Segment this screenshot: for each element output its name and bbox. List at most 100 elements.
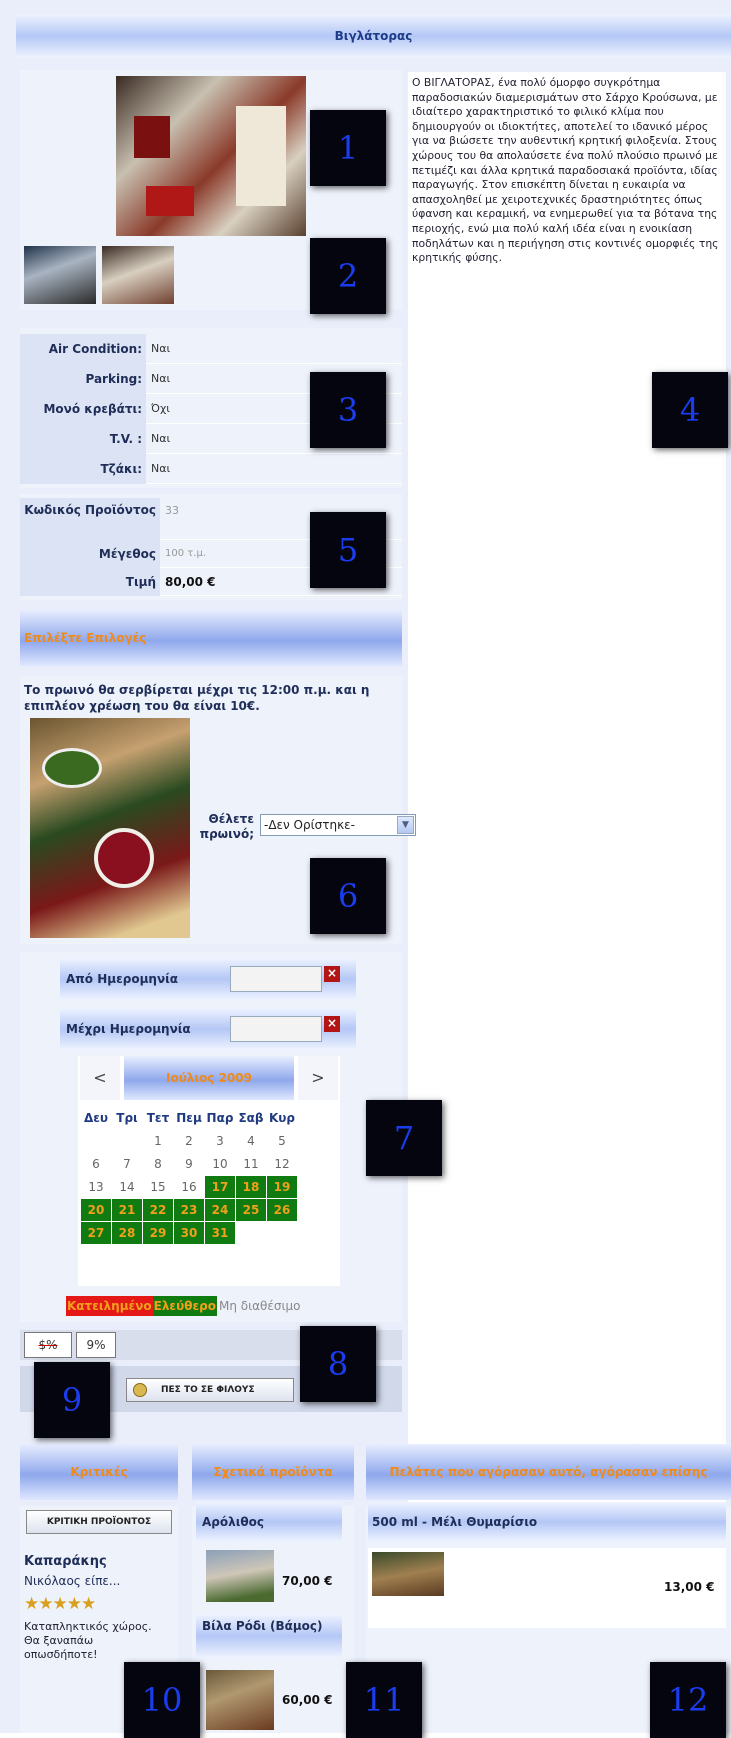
product-size-label: Μέγεθος [20,539,160,568]
also-bought-item-name[interactable]: 500 ml - Μέλι Θυμαρίσιο [372,1515,537,1529]
calendar-day-free[interactable]: 31 [205,1222,235,1244]
calendar-day-free[interactable]: 29 [143,1222,173,1244]
related-item-image[interactable] [206,1550,274,1602]
calendar-day: 9 [185,1157,193,1171]
calendar-day-free[interactable]: 22 [143,1199,173,1221]
clear-to-date-icon[interactable]: × [324,1016,340,1032]
chevron-down-icon[interactable]: ▼ [397,816,414,834]
star-icon: ★ [81,1594,96,1614]
breakfast-select-value: -Δεν Ορίστηκε- [264,818,355,832]
related-item-name[interactable]: Αρόλιθος [202,1515,264,1529]
calendar-legend: Κατειλημένο Ελεύθερο Μη διαθέσιμο [66,1296,301,1316]
feature-label: Air Condition: [20,333,146,364]
calendar-day: 8 [154,1157,162,1171]
extras-title: Επιλέξτε Επιλογές [24,631,147,645]
calendar-next-button[interactable]: > [298,1056,338,1100]
also-bought-title: Πελάτες που αγόρασαν αυτό, αγόρασαν επίσ… [389,1465,708,1479]
calendar-empty [112,1130,142,1152]
calendar-day-free[interactable]: 28 [112,1222,142,1244]
thumbnail-image[interactable] [102,246,174,304]
to-date-label: Μέχρι Ημερομηνία [66,1022,191,1036]
calendar-day-free[interactable]: 30 [174,1222,204,1244]
weekday-label: Κυρ [269,1111,295,1125]
clear-from-date-icon[interactable]: × [324,966,340,982]
weekday-label: Τρι [116,1111,138,1125]
calendar-empty [236,1222,266,1244]
related-item-header: Βίλα Ρόδι (Βάμος) [196,1614,342,1658]
star-icon: ★ [66,1594,82,1614]
calendar-day: 15 [150,1180,166,1194]
calendar-day-free[interactable]: 17 [205,1176,235,1198]
weekday-label: Σαβ [238,1111,264,1125]
calendar-day-free[interactable]: 24 [205,1199,235,1221]
calendar-day: 3 [216,1134,224,1148]
calendar-month-label: Ιούλιος 2009 [165,1071,252,1085]
feature-label: T.V. : [20,423,146,454]
weekday-label: Τετ [146,1111,170,1125]
calendar-day-free[interactable]: 19 [267,1176,297,1198]
calendar-day: 10 [212,1157,228,1171]
page-header: Βιγλάτορας [16,14,731,58]
related-item-price: 70,00 € [282,1574,333,1588]
calendar-day: 14 [119,1180,135,1194]
feature-value: Ναι [151,462,171,475]
calendar-day: 11 [243,1157,259,1171]
annotation-badge-9: 9 [34,1362,110,1438]
feature-label: Τζάκι: [20,453,146,484]
product-description: Ο ΒΙΓΛΑΤΟΡΑΣ, ένα πολύ όμορφο συγκρότημα… [412,76,719,265]
legend-booked: Κατειλημένο [66,1296,153,1316]
coin-icon [133,1383,147,1397]
related-item-name[interactable]: Βίλα Ρόδι (Βάμος) [202,1619,323,1633]
calendar-day: 6 [92,1157,100,1171]
feature-value: Ναι [151,342,171,355]
calendar-day-free[interactable]: 25 [236,1199,266,1221]
calendar-month: Ιούλιος 2009 [124,1056,294,1100]
calendar-day-free[interactable]: 18 [236,1176,266,1198]
calendar-empty [267,1222,297,1244]
legend-not-available: Μη διαθέσιμο [218,1299,301,1313]
related-title: Σχετικά προϊόντα [213,1465,333,1479]
also-bought-item-price: 13,00 € [664,1580,715,1594]
related-item-image[interactable] [206,1670,274,1730]
breakfast-select[interactable]: -Δεν Ορίστηκε- ▼ [260,814,416,836]
price-compare-icon[interactable]: 9% [76,1332,116,1358]
calendar-day: 7 [123,1157,131,1171]
write-review-button[interactable]: ΚΡΙΤΙΚΗ ΠΡΟΪΟΝΤΟΣ [26,1510,172,1534]
page-title: Βιγλάτορας [334,29,413,43]
reviews-header: Κριτικές [20,1444,178,1500]
calendar-prev-button[interactable]: < [80,1056,120,1100]
price-off-icon[interactable]: $% [24,1332,72,1358]
annotation-badge-6: 6 [310,858,386,934]
feature-value: Όχι [151,402,171,415]
weekday-label: Παρ [206,1111,234,1125]
from-date-input[interactable] [230,966,322,992]
star-icon: ★ [38,1594,53,1614]
calendar-day: 12 [274,1157,290,1171]
feature-label: Parking: [20,363,146,394]
to-date-input[interactable] [230,1016,322,1042]
annotation-badge-5: 5 [310,512,386,588]
product-price-label: Τιμή [20,567,160,596]
calendar-day-free[interactable]: 20 [81,1199,111,1221]
calendar-day: 2 [185,1134,193,1148]
calendar-day-free[interactable]: 23 [174,1199,204,1221]
calendar-day-free[interactable]: 21 [112,1199,142,1221]
breakfast-note: Το πρωινό θα σερβίρεται μέχρι τις 12:00 … [24,683,370,713]
tell-friends-button[interactable]: ΠΕΣ ΤΟ ΣΕ ΦΙΛΟΥΣ [126,1378,294,1402]
also-bought-item-image[interactable] [372,1552,444,1596]
calendar-day-free[interactable]: 27 [81,1222,111,1244]
main-product-image[interactable] [116,76,306,236]
annotation-badge-2: 2 [310,238,386,314]
feature-value: Ναι [151,432,171,445]
write-review-label: ΚΡΙΤΙΚΗ ΠΡΟΪΟΝΤΟΣ [46,1517,152,1527]
related-item-price: 60,00 € [282,1693,333,1707]
calendar-grid: Δευ Τρι Τετ Πεμ Παρ Σαβ Κυρ 12345 6 7 8 9 10… [80,1106,298,1245]
from-date-label: Από Ημερομηνία [66,972,179,986]
also-bought-item-header: 500 ml - Μέλι Θυμαρίσιο [368,1502,726,1542]
feature-row: Τζάκι: Ναι [20,453,402,484]
reviews-title: Κριτικές [70,1465,128,1479]
calendar-day-free[interactable]: 26 [267,1199,297,1221]
thumbnail-image[interactable] [24,246,96,304]
description-panel: Ο ΒΙΓΛΑΤΟΡΑΣ, ένα πολύ όμορφο συγκρότημα… [408,72,726,1522]
feature-value: Ναι [151,372,171,385]
